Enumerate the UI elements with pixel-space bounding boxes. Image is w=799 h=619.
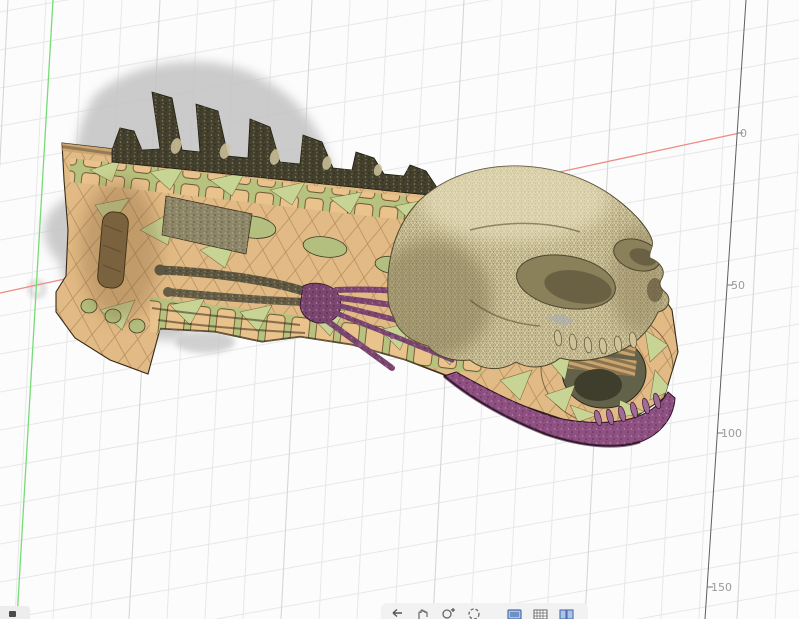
ruler-tick-50: 50 <box>731 279 745 292</box>
navigation-toolbar <box>381 603 588 619</box>
ruler-tick-150: 150 <box>711 581 732 594</box>
zoom-icon[interactable] <box>441 606 456 619</box>
corner-widget[interactable] <box>0 606 30 619</box>
viewport-canvas[interactable]: 0 50 100 150 <box>0 0 799 619</box>
ruler-tick-0: 0 <box>740 127 747 140</box>
viewports-icon[interactable] <box>559 606 574 619</box>
pan-icon[interactable] <box>415 606 430 619</box>
display-settings-icon[interactable] <box>507 606 522 619</box>
grid-settings-icon[interactable] <box>533 606 548 619</box>
ruler-tick-100: 100 <box>721 427 742 440</box>
orbit-icon[interactable] <box>389 606 404 619</box>
corner-widget-icon <box>9 611 16 617</box>
3d-viewport[interactable]: 0 50 100 150 <box>0 0 799 619</box>
fit-icon[interactable] <box>467 606 482 619</box>
